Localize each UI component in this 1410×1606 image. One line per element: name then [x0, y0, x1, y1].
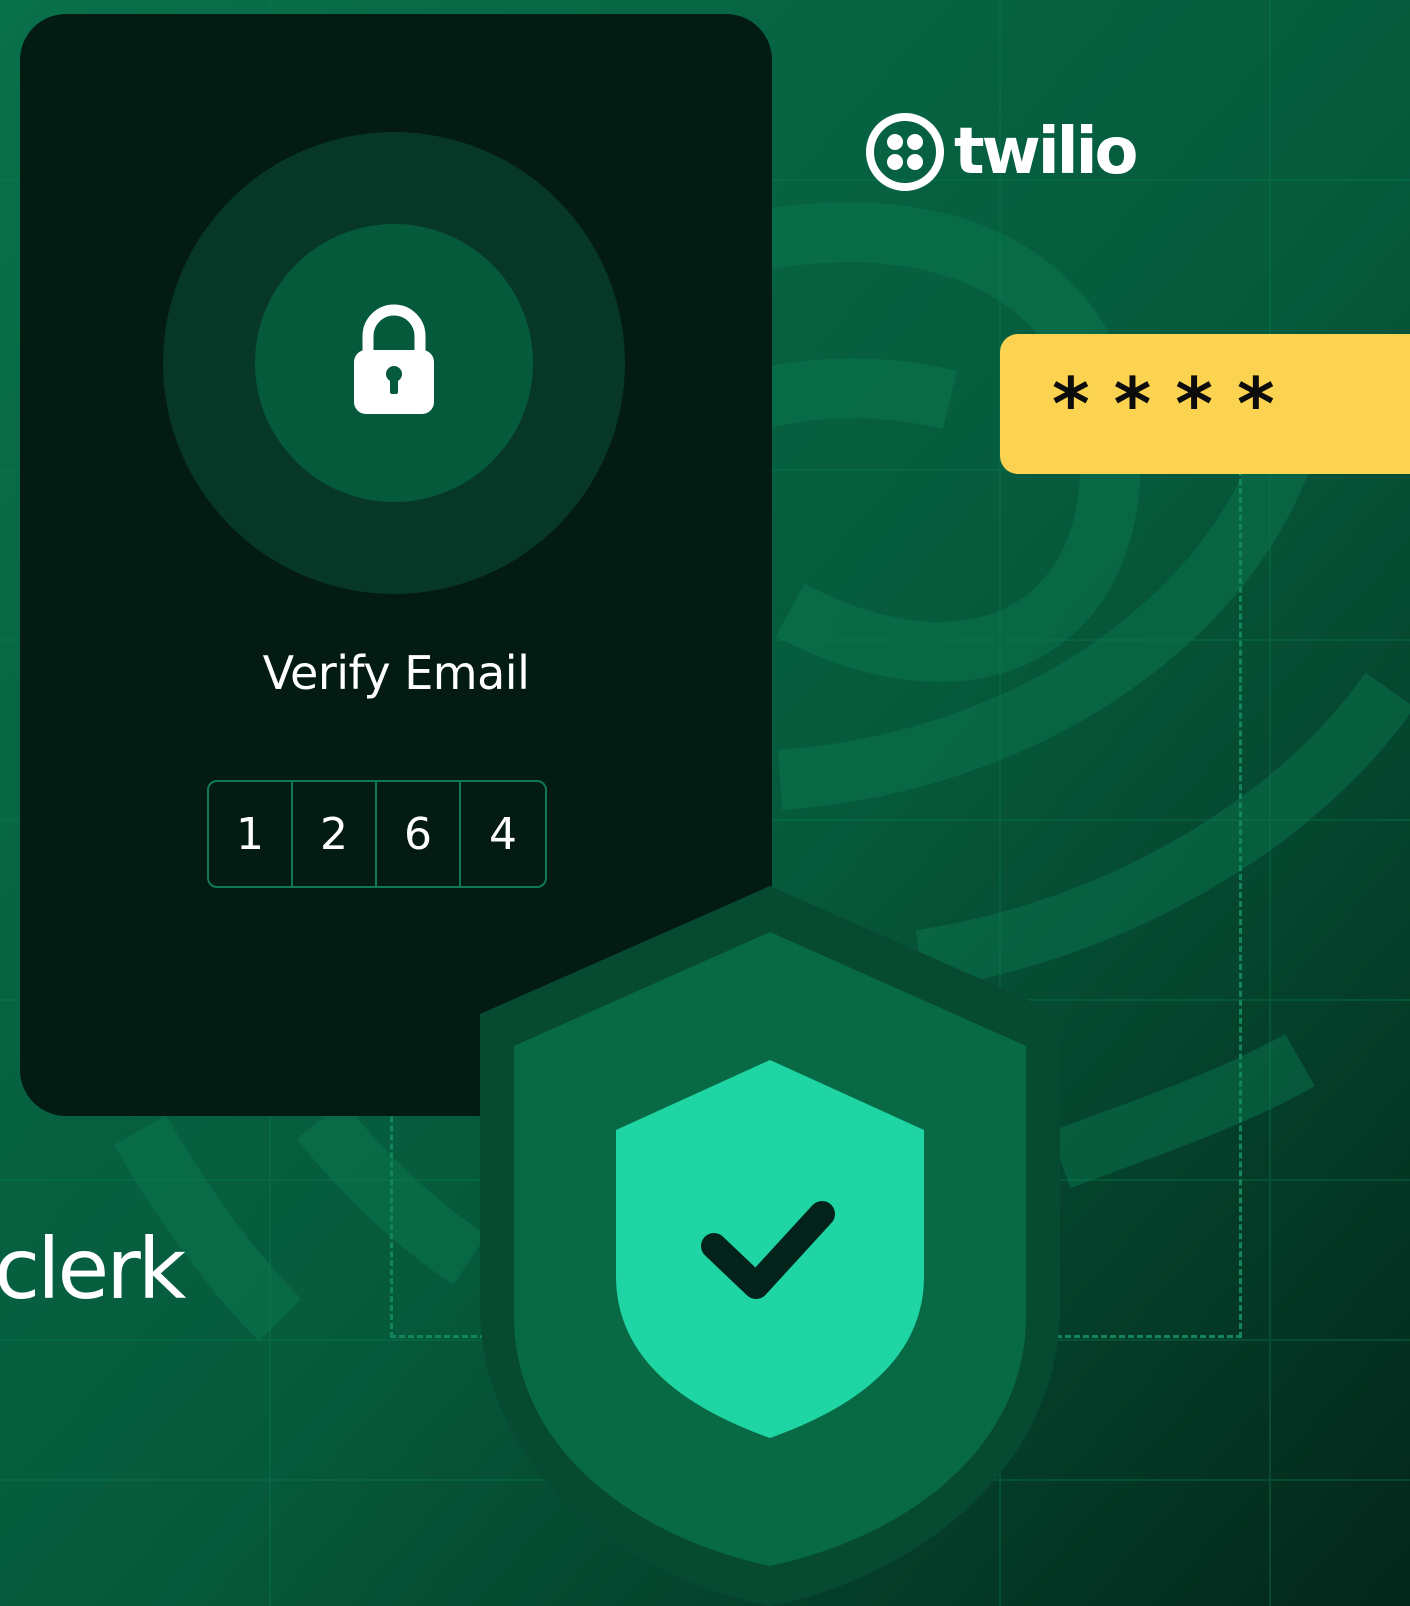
lock-badge-outer: [163, 132, 625, 594]
masked-password-field: ****: [1000, 334, 1410, 474]
code-digit[interactable]: 2: [293, 782, 377, 886]
verification-code-input[interactable]: 1 2 6 4: [207, 780, 547, 888]
lock-badge-inner: [255, 224, 533, 502]
clerk-wordmark: clerk: [0, 1220, 186, 1318]
shield-check-icon: [480, 886, 1060, 1606]
twilio-logo: twilio: [864, 110, 1138, 194]
twilio-wordmark: twilio: [954, 115, 1138, 189]
twilio-logo-icon: [866, 113, 944, 191]
password-mask: ****: [1052, 362, 1299, 446]
lock-icon: [354, 304, 434, 414]
code-digit[interactable]: 4: [461, 782, 545, 886]
verify-email-title: Verify Email: [262, 646, 530, 700]
code-digit[interactable]: 1: [209, 782, 293, 886]
code-digit[interactable]: 6: [377, 782, 461, 886]
